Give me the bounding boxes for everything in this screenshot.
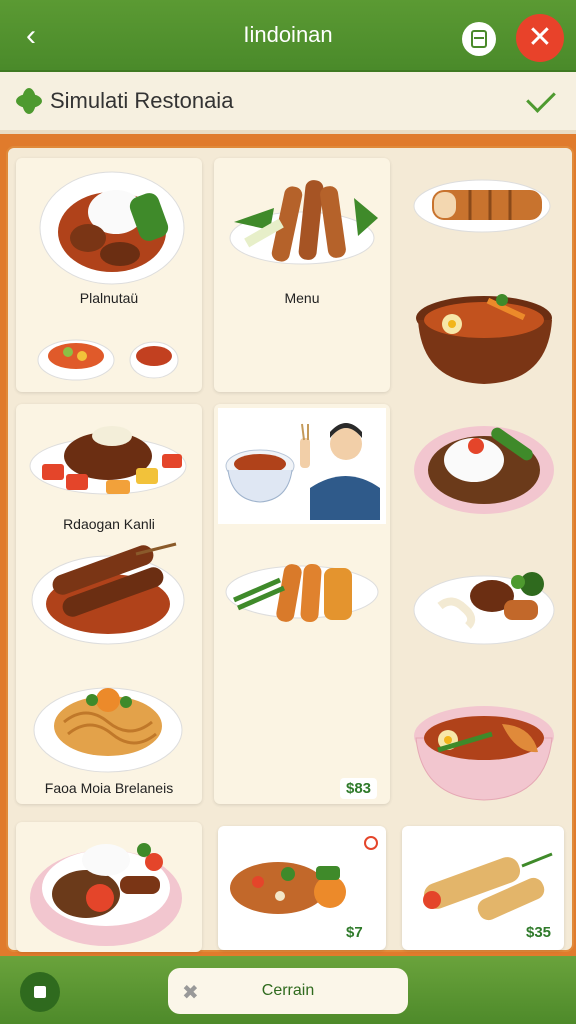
price-badge: $83 <box>340 778 378 799</box>
app-header: ‹ Iindoinan ✕ <box>0 0 576 72</box>
panel-icon <box>471 30 487 48</box>
bottom-bar: ✖ Cerrain <box>0 956 576 1024</box>
menu-card-waiter[interactable] <box>214 404 390 804</box>
dish-image-grilled-meat <box>29 426 187 773</box>
dish-image-soup-bowl <box>414 706 554 801</box>
stop-icon <box>34 986 46 998</box>
waiter-image <box>225 423 380 623</box>
card-label: Faoa Moia Brelaneis <box>44 780 174 796</box>
chevron-left-icon: ‹ <box>26 19 36 52</box>
dish-image-rice-bowl <box>414 426 554 514</box>
dish-image-rice-plate <box>37 171 185 381</box>
badge-icon <box>364 836 378 850</box>
restaurant-title: Simulati Restonaia <box>50 88 234 113</box>
menu-card-plalnutau[interactable]: Plalnutaü <box>16 158 202 392</box>
dish-image-fried-chicken <box>229 180 378 265</box>
menu-card-rdaogan-kanli[interactable]: Rdaogan Kanli Faoa Moia Brelaneis <box>16 404 202 804</box>
card-label: Rdaogan Kanli <box>63 516 155 532</box>
check-icon[interactable] <box>526 83 556 113</box>
menu-card-mixed-plate[interactable] <box>16 822 202 952</box>
confirm-label: Cerrain <box>261 982 315 999</box>
menu-card-stir-fry[interactable]: $7 <box>218 826 386 950</box>
close-button[interactable]: ✕ <box>516 14 564 62</box>
menu-card-spring-rolls[interactable]: $35 <box>402 826 564 950</box>
price-badge: $35 <box>526 924 552 941</box>
card-label: Menu <box>284 290 320 306</box>
dish-image-rolls <box>413 179 551 233</box>
menu-card-menu[interactable]: Menu <box>214 158 390 392</box>
leaf-icon <box>16 88 42 114</box>
close-icon: ✕ <box>527 21 553 54</box>
dish-image-curry-bowl <box>416 294 552 384</box>
back-button[interactable]: ‹ <box>14 18 48 54</box>
confirm-button[interactable]: ✖ Cerrain <box>168 968 408 1014</box>
card-label: Plalnutaü <box>79 290 139 306</box>
menu-panel: Plalnutaü Menu Rdaogan Kanli Faoa Moia B… <box>6 146 574 952</box>
stop-button[interactable] <box>20 972 60 1012</box>
dish-image-mixed-plate <box>30 843 182 946</box>
panel-button[interactable] <box>462 22 496 56</box>
tools-icon: ✖ <box>182 982 199 1004</box>
page-title: Iindoinan <box>243 22 333 47</box>
restaurant-bar: Simulati Restonaia <box>0 72 576 134</box>
dish-image-meat-plate <box>413 572 555 645</box>
price-badge: $7 <box>346 924 363 941</box>
